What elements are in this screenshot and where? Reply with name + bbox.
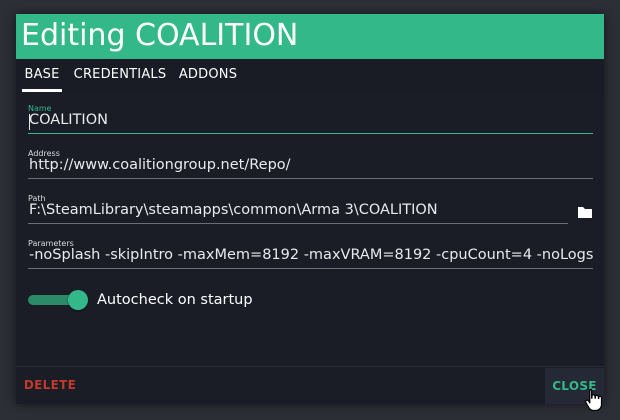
delete-button[interactable]: DELETE <box>16 370 84 400</box>
path-field: Path F:\SteamLibrary\steamapps\common\Ar… <box>28 194 593 225</box>
text-caret <box>29 114 30 130</box>
close-button[interactable]: CLOSE <box>545 368 604 404</box>
autocheck-toggle[interactable] <box>28 290 90 310</box>
dialog-title: Editing COALITION <box>21 18 299 53</box>
tab-addons[interactable]: ADDONS <box>176 59 240 92</box>
tab-credentials[interactable]: CREDENTIALS <box>72 59 168 92</box>
edit-repository-dialog: Editing COALITION BASE CREDENTIALS ADDON… <box>16 14 604 404</box>
address-input[interactable]: http://www.coalitiongroup.net/Repo/ <box>28 157 593 179</box>
footer-divider <box>16 366 604 367</box>
name-field: Name COALITION <box>28 104 593 135</box>
address-field: Address http://www.coalitiongroup.net/Re… <box>28 149 593 180</box>
folder-icon[interactable] <box>577 204 593 218</box>
toggle-thumb <box>68 290 88 310</box>
name-input[interactable]: COALITION <box>28 112 593 134</box>
path-input[interactable]: F:\SteamLibrary\steamapps\common\Arma 3\… <box>28 202 568 224</box>
autocheck-label: Autocheck on startup <box>97 292 253 308</box>
tab-base[interactable]: BASE <box>22 59 62 92</box>
dialog-header: Editing COALITION <box>16 14 604 59</box>
parameters-field: Parameters -noSplash -skipIntro -maxMem=… <box>28 239 593 270</box>
tab-bar: BASE CREDENTIALS ADDONS <box>16 59 604 92</box>
parameters-input[interactable]: -noSplash -skipIntro -maxMem=8192 -maxVR… <box>28 247 593 269</box>
